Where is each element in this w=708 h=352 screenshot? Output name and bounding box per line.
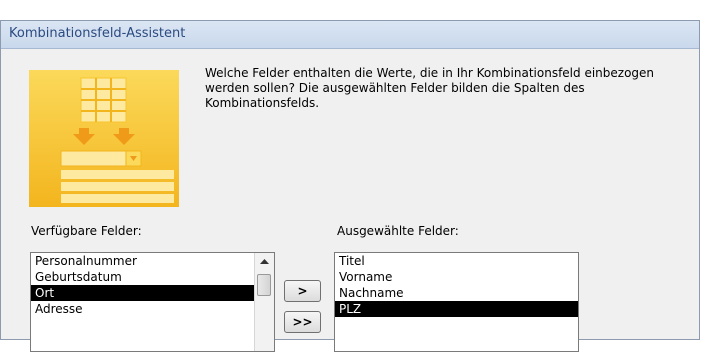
vertical-scrollbar[interactable] bbox=[254, 253, 274, 351]
combo-box-wizard-illustration bbox=[29, 70, 179, 207]
list-item[interactable]: Adresse bbox=[31, 301, 254, 317]
list-item[interactable]: PLZ bbox=[335, 301, 578, 317]
cropped-text-strip bbox=[0, 0, 708, 20]
available-fields-label: Verfügbare Felder: bbox=[31, 224, 142, 238]
arrow-up-icon bbox=[260, 258, 269, 264]
move-all-button[interactable]: >> bbox=[284, 311, 321, 333]
list-item[interactable]: Geburtsdatum bbox=[31, 269, 254, 285]
available-fields-listbox[interactable]: Personalnummer Geburtsdatum Ort Adresse bbox=[30, 252, 275, 352]
move-selected-button[interactable]: > bbox=[284, 280, 321, 302]
selected-fields-listbox[interactable]: Titel Vorname Nachname PLZ bbox=[334, 252, 579, 352]
list-item[interactable]: Titel bbox=[335, 253, 578, 269]
scroll-thumb[interactable] bbox=[257, 274, 271, 296]
wizard-dialog: Kombinationsfeld-Assistent Welche Felder… bbox=[0, 20, 700, 352]
list-item[interactable]: Personalnummer bbox=[31, 253, 254, 269]
list-item[interactable]: Ort bbox=[31, 285, 254, 301]
list-item[interactable]: Nachname bbox=[335, 285, 578, 301]
title-bar: Kombinationsfeld-Assistent bbox=[1, 21, 699, 49]
selected-fields-label: Ausgewählte Felder: bbox=[337, 224, 459, 238]
list-item[interactable]: Vorname bbox=[335, 269, 578, 285]
instructions-text: Welche Felder enthalten die Werte, die i… bbox=[205, 66, 655, 110]
window-title: Kombinationsfeld-Assistent bbox=[9, 26, 186, 41]
scroll-up-button[interactable] bbox=[255, 253, 274, 269]
